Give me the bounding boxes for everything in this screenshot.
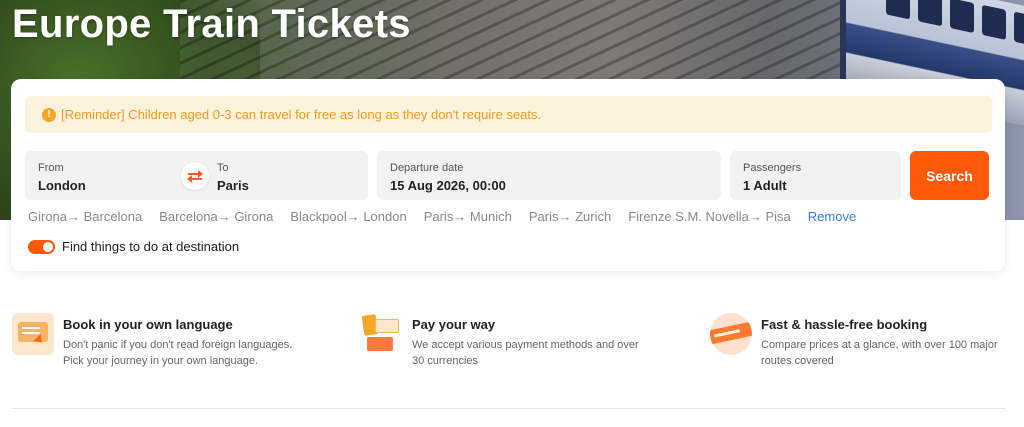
payment-cards-icon xyxy=(361,313,403,355)
feature-title: Pay your way xyxy=(412,317,496,332)
swap-arrows-icon[interactable] xyxy=(181,162,209,190)
departure-date-field[interactable]: Departure date 15 Aug 2026, 00:00 xyxy=(377,151,721,200)
from-label: From xyxy=(38,162,64,174)
from-value[interactable]: London xyxy=(38,178,86,193)
feature-payment: Pay your way We accept various payment m… xyxy=(361,313,652,369)
to-label: To xyxy=(217,162,229,174)
feature-desc: We accept various payment methods and ov… xyxy=(412,339,639,367)
recent-route-link[interactable]: Blackpool→ London xyxy=(290,209,406,224)
to-value[interactable]: Paris xyxy=(217,178,249,193)
reminder-banner: ! [Reminder] Children aged 0-3 can trave… xyxy=(25,96,992,133)
passengers-value: 1 Adult xyxy=(743,178,787,193)
section-divider xyxy=(12,408,1006,409)
search-button[interactable]: Search xyxy=(910,151,989,200)
departure-label: Departure date xyxy=(390,162,464,174)
remove-recent-link[interactable]: Remove xyxy=(808,209,856,224)
feature-title: Fast & hassle-free booking xyxy=(761,317,928,332)
recent-routes: Girona→ Barcelona Barcelona→ Girona Blac… xyxy=(28,209,856,224)
warning-icon: ! xyxy=(42,107,56,122)
feature-title: Book in your own language xyxy=(63,317,233,332)
recent-route-link[interactable]: Paris→ Zurich xyxy=(529,209,611,224)
passengers-field[interactable]: Passengers 1 Adult xyxy=(730,151,901,200)
search-panel: ! [Reminder] Children aged 0-3 can trave… xyxy=(11,79,1005,271)
feature-fast-booking: Fast & hassle-free booking Compare price… xyxy=(710,313,1001,369)
page-title: Europe Train Tickets xyxy=(12,2,411,46)
things-to-do-toggle[interactable] xyxy=(28,239,55,254)
feature-language: Book in your own language Don't panic if… xyxy=(12,313,303,369)
departure-value: 15 Aug 2026, 00:00 xyxy=(390,178,506,193)
feature-desc: Compare prices at a glance, with over 10… xyxy=(761,339,998,367)
recent-route-link[interactable]: Paris→ Munich xyxy=(424,209,512,224)
recent-route-link[interactable]: Barcelona→ Girona xyxy=(159,209,273,224)
reminder-text: [Reminder] Children aged 0-3 can travel … xyxy=(61,107,542,122)
language-card-icon xyxy=(12,313,54,355)
passengers-label: Passengers xyxy=(743,162,802,174)
recent-route-link[interactable]: Girona→ Barcelona xyxy=(28,209,142,224)
things-to-do-toggle-row: Find things to do at destination xyxy=(28,239,239,254)
fast-train-icon xyxy=(710,313,752,355)
toggle-label: Find things to do at destination xyxy=(62,239,240,254)
recent-route-link[interactable]: Firenze S.M. Novella→ Pisa xyxy=(628,209,791,224)
feature-desc: Don't panic if you don't read foreign la… xyxy=(63,339,293,367)
from-to-field[interactable]: From London To Paris xyxy=(25,151,368,200)
